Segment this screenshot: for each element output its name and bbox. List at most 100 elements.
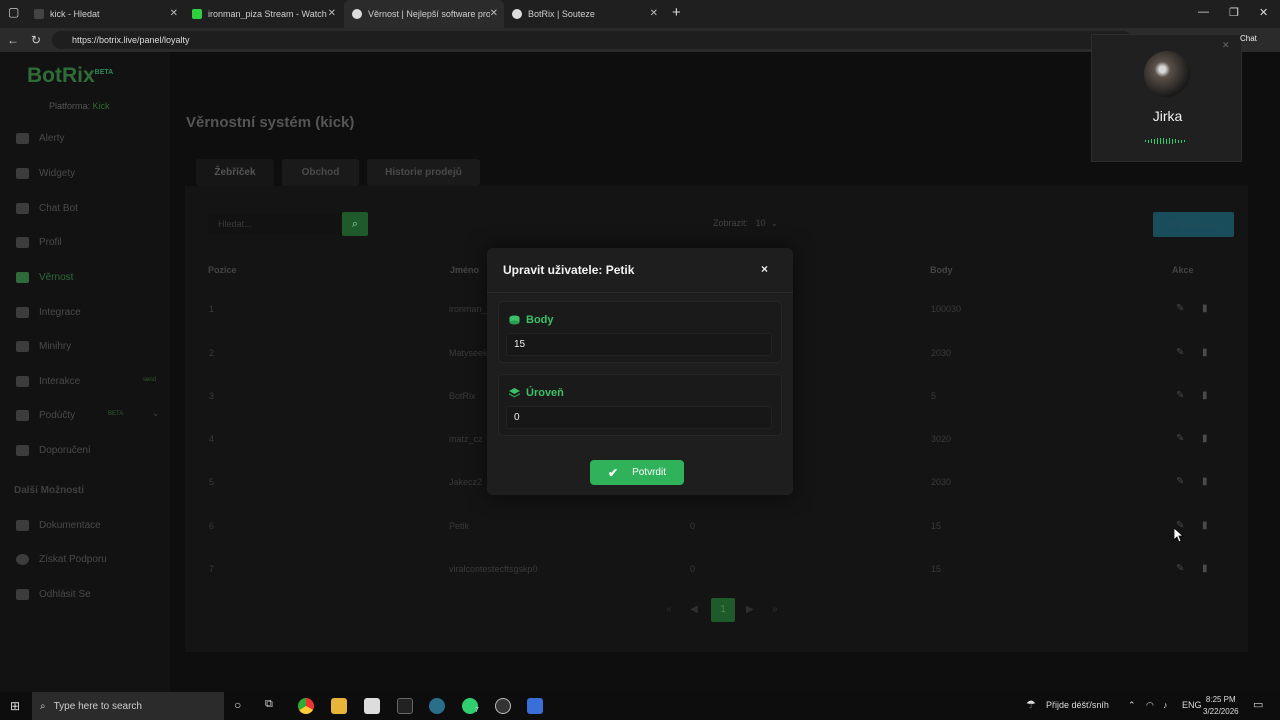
sidebar-item-minihry[interactable]: Minihry bbox=[16, 338, 71, 354]
edit-icon[interactable]: ✎ bbox=[1176, 563, 1184, 574]
edit-icon[interactable]: ✎ bbox=[1176, 347, 1184, 358]
column-header[interactable]: Body bbox=[930, 265, 953, 275]
sidebar-item-integrace[interactable]: Integrace bbox=[16, 304, 81, 320]
sidebar-item-doporuceni[interactable]: Doporučení bbox=[16, 442, 91, 458]
sidebar-item-alerty[interactable]: Alerty bbox=[16, 130, 65, 146]
address-bar-row: ← ↻ https://botrix.live/panel/loyalty bbox=[0, 28, 1280, 52]
taskbar-search[interactable]: ⌕ Type here to search bbox=[32, 692, 224, 720]
network-icon[interactable]: ◠ bbox=[1146, 700, 1154, 711]
close-icon[interactable]: ✕ bbox=[170, 8, 178, 19]
body-input[interactable] bbox=[506, 333, 772, 356]
help-icon bbox=[16, 553, 29, 565]
search-button[interactable]: ⌕ bbox=[342, 212, 368, 236]
cell-name: viralcontestecftsgskp0 bbox=[449, 564, 538, 574]
section-label: Další Možnosti bbox=[14, 485, 85, 496]
column-header[interactable]: Pozice bbox=[208, 265, 237, 275]
edge-icon[interactable] bbox=[429, 698, 445, 714]
chevron-down-icon: ⌄ bbox=[770, 218, 779, 228]
show-select[interactable]: Zobrazit: 10 ⌄ bbox=[713, 218, 778, 229]
terminal-icon[interactable] bbox=[397, 698, 413, 714]
edit-icon[interactable]: ✎ bbox=[1176, 476, 1184, 487]
new-tab-button[interactable]: + bbox=[672, 4, 681, 21]
close-icon[interactable]: ✕ bbox=[328, 8, 336, 19]
tab-actions-icon[interactable]: ▢ bbox=[8, 5, 19, 19]
chat-button[interactable]: Chat bbox=[1240, 34, 1257, 43]
modal-close-button[interactable]: × bbox=[761, 262, 768, 276]
window-close-icon[interactable]: ✕ bbox=[1259, 6, 1268, 19]
search-icon: ⌕ bbox=[40, 700, 46, 712]
back-icon[interactable]: ← bbox=[7, 33, 19, 47]
taskbar: ⊞ ⌕ Type here to search ○ ⧉ 7 ☂ Přijde d… bbox=[0, 692, 1280, 720]
sidebar-item-widgety[interactable]: Widgety bbox=[16, 165, 75, 181]
column-header[interactable]: Jméno bbox=[450, 265, 479, 275]
trash-icon[interactable]: ▮ bbox=[1202, 303, 1208, 314]
sidebar-item-chat-bot[interactable]: Chat Bot bbox=[16, 200, 78, 216]
reload-icon[interactable]: ↻ bbox=[31, 33, 41, 47]
close-icon[interactable]: ✕ bbox=[650, 8, 658, 19]
maximize-icon[interactable]: ❐ bbox=[1229, 6, 1239, 19]
sidebar-item-odhlasit[interactable]: Odhlásit Se bbox=[16, 586, 91, 602]
pager-next[interactable]: ▶ bbox=[746, 604, 754, 615]
cell-points: 100030 bbox=[931, 304, 962, 314]
close-icon[interactable]: ✕ bbox=[490, 8, 498, 19]
chevron-down-icon[interactable]: ⌄ bbox=[152, 408, 160, 419]
trash-icon[interactable]: ▮ bbox=[1202, 476, 1208, 487]
minimize-icon[interactable]: — bbox=[1198, 6, 1209, 18]
pager-prev[interactable]: ◀ bbox=[690, 604, 698, 615]
edit-icon[interactable]: ✎ bbox=[1176, 390, 1184, 401]
task-view-icon[interactable]: ⧉ bbox=[265, 698, 273, 711]
url-input[interactable]: https://botrix.live/panel/loyalty bbox=[52, 31, 1132, 49]
show-label: Zobrazit: bbox=[713, 218, 749, 228]
tab-loyalty[interactable]: Věrnost | Nejlepší software pro vý ✕ bbox=[344, 0, 504, 28]
edit-icon[interactable]: ✎ bbox=[1176, 303, 1184, 314]
app-icon[interactable] bbox=[527, 698, 543, 714]
store-icon[interactable] bbox=[364, 698, 380, 714]
tab-historie[interactable]: Historie prodejů bbox=[367, 159, 480, 186]
search-input[interactable]: Hledat... bbox=[208, 213, 342, 235]
botrix-logo[interactable]: BotRixBETA bbox=[27, 64, 113, 88]
sidebar-item-poducty[interactable]: Podúčty bbox=[16, 407, 75, 423]
sidebar-item-dokumentace[interactable]: Dokumentace bbox=[16, 517, 101, 533]
tab-kick-search[interactable]: kick - Hledat ✕ bbox=[26, 0, 184, 28]
grid-icon bbox=[16, 167, 29, 179]
volume-icon[interactable]: ♪ bbox=[1163, 700, 1168, 710]
chat-label: Chat bbox=[1240, 34, 1257, 43]
pager-current[interactable]: 1 bbox=[711, 598, 735, 622]
close-icon[interactable]: ✕ bbox=[1222, 40, 1230, 51]
file-explorer-icon[interactable] bbox=[331, 698, 347, 714]
trash-icon[interactable]: ▮ bbox=[1202, 390, 1208, 401]
chevron-up-icon[interactable]: ⌃ bbox=[1128, 700, 1136, 711]
sidebar-item-ziskat-podporu[interactable]: Získat Podporu bbox=[16, 551, 107, 567]
edit-user-modal: Upravit uživatele: Petik × Body Úroveň ✔… bbox=[487, 248, 793, 495]
clock[interactable]: 8:25 PM 3/22/2026 bbox=[1203, 694, 1239, 718]
tab-zebricek[interactable]: Žebříček bbox=[196, 159, 274, 186]
sidebar-item-profil[interactable]: Profil bbox=[16, 234, 62, 250]
sidebar-item-vernost[interactable]: Věrnost bbox=[16, 269, 73, 285]
cell-name: matz_cz bbox=[449, 434, 483, 444]
tab-ironman-stream[interactable]: ironman_piza Stream - Watch Live ✕ bbox=[184, 0, 342, 28]
language-indicator[interactable]: ENG bbox=[1182, 700, 1202, 710]
confirm-button[interactable]: ✔ Potvrdit bbox=[590, 460, 684, 485]
pager-last[interactable]: » bbox=[772, 604, 778, 615]
level-input[interactable] bbox=[506, 406, 772, 429]
tab-obchod[interactable]: Obchod bbox=[282, 159, 359, 186]
tab-souteze[interactable]: BotRix | Souteze ✕ bbox=[504, 0, 664, 28]
cell-points: 15 bbox=[931, 564, 942, 574]
cell-name: Petik bbox=[449, 521, 470, 531]
notifications-icon[interactable]: ▭ bbox=[1253, 698, 1263, 711]
cortana-icon[interactable]: ○ bbox=[234, 698, 241, 712]
weather-text[interactable]: Přijde déšť/sníh bbox=[1046, 700, 1109, 710]
platform-indicator: Platforma: Kick bbox=[49, 101, 110, 111]
sidebar-item-label: Profil bbox=[39, 236, 62, 248]
app-icon[interactable] bbox=[495, 698, 511, 714]
settings-button[interactable]: ⚙ Nastavení bbox=[1153, 212, 1234, 237]
trash-icon[interactable]: ▮ bbox=[1202, 433, 1208, 444]
edit-icon[interactable]: ✎ bbox=[1176, 433, 1184, 444]
windows-start-icon[interactable]: ⊞ bbox=[10, 699, 20, 713]
sidebar-item-interakce[interactable]: Interakce bbox=[16, 373, 80, 389]
trash-icon[interactable]: ▮ bbox=[1202, 520, 1208, 531]
chrome-icon[interactable] bbox=[298, 698, 314, 714]
trash-icon[interactable]: ▮ bbox=[1202, 563, 1208, 574]
pager-first[interactable]: « bbox=[666, 604, 672, 615]
trash-icon[interactable]: ▮ bbox=[1202, 347, 1208, 358]
